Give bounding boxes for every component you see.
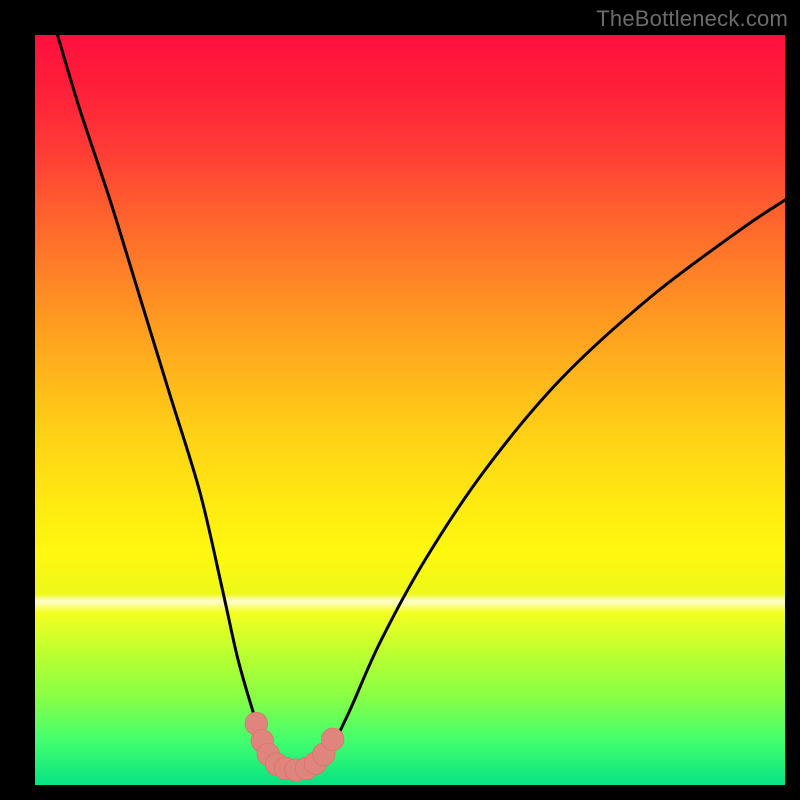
watermark-text: TheBottleneck.com — [596, 6, 788, 32]
chart-frame: TheBottleneck.com — [0, 0, 800, 800]
marker-group — [245, 712, 344, 781]
chart-svg — [35, 35, 785, 785]
plot-area — [35, 35, 785, 785]
bottleneck-curve-path — [58, 35, 786, 770]
curve-marker — [322, 728, 345, 751]
